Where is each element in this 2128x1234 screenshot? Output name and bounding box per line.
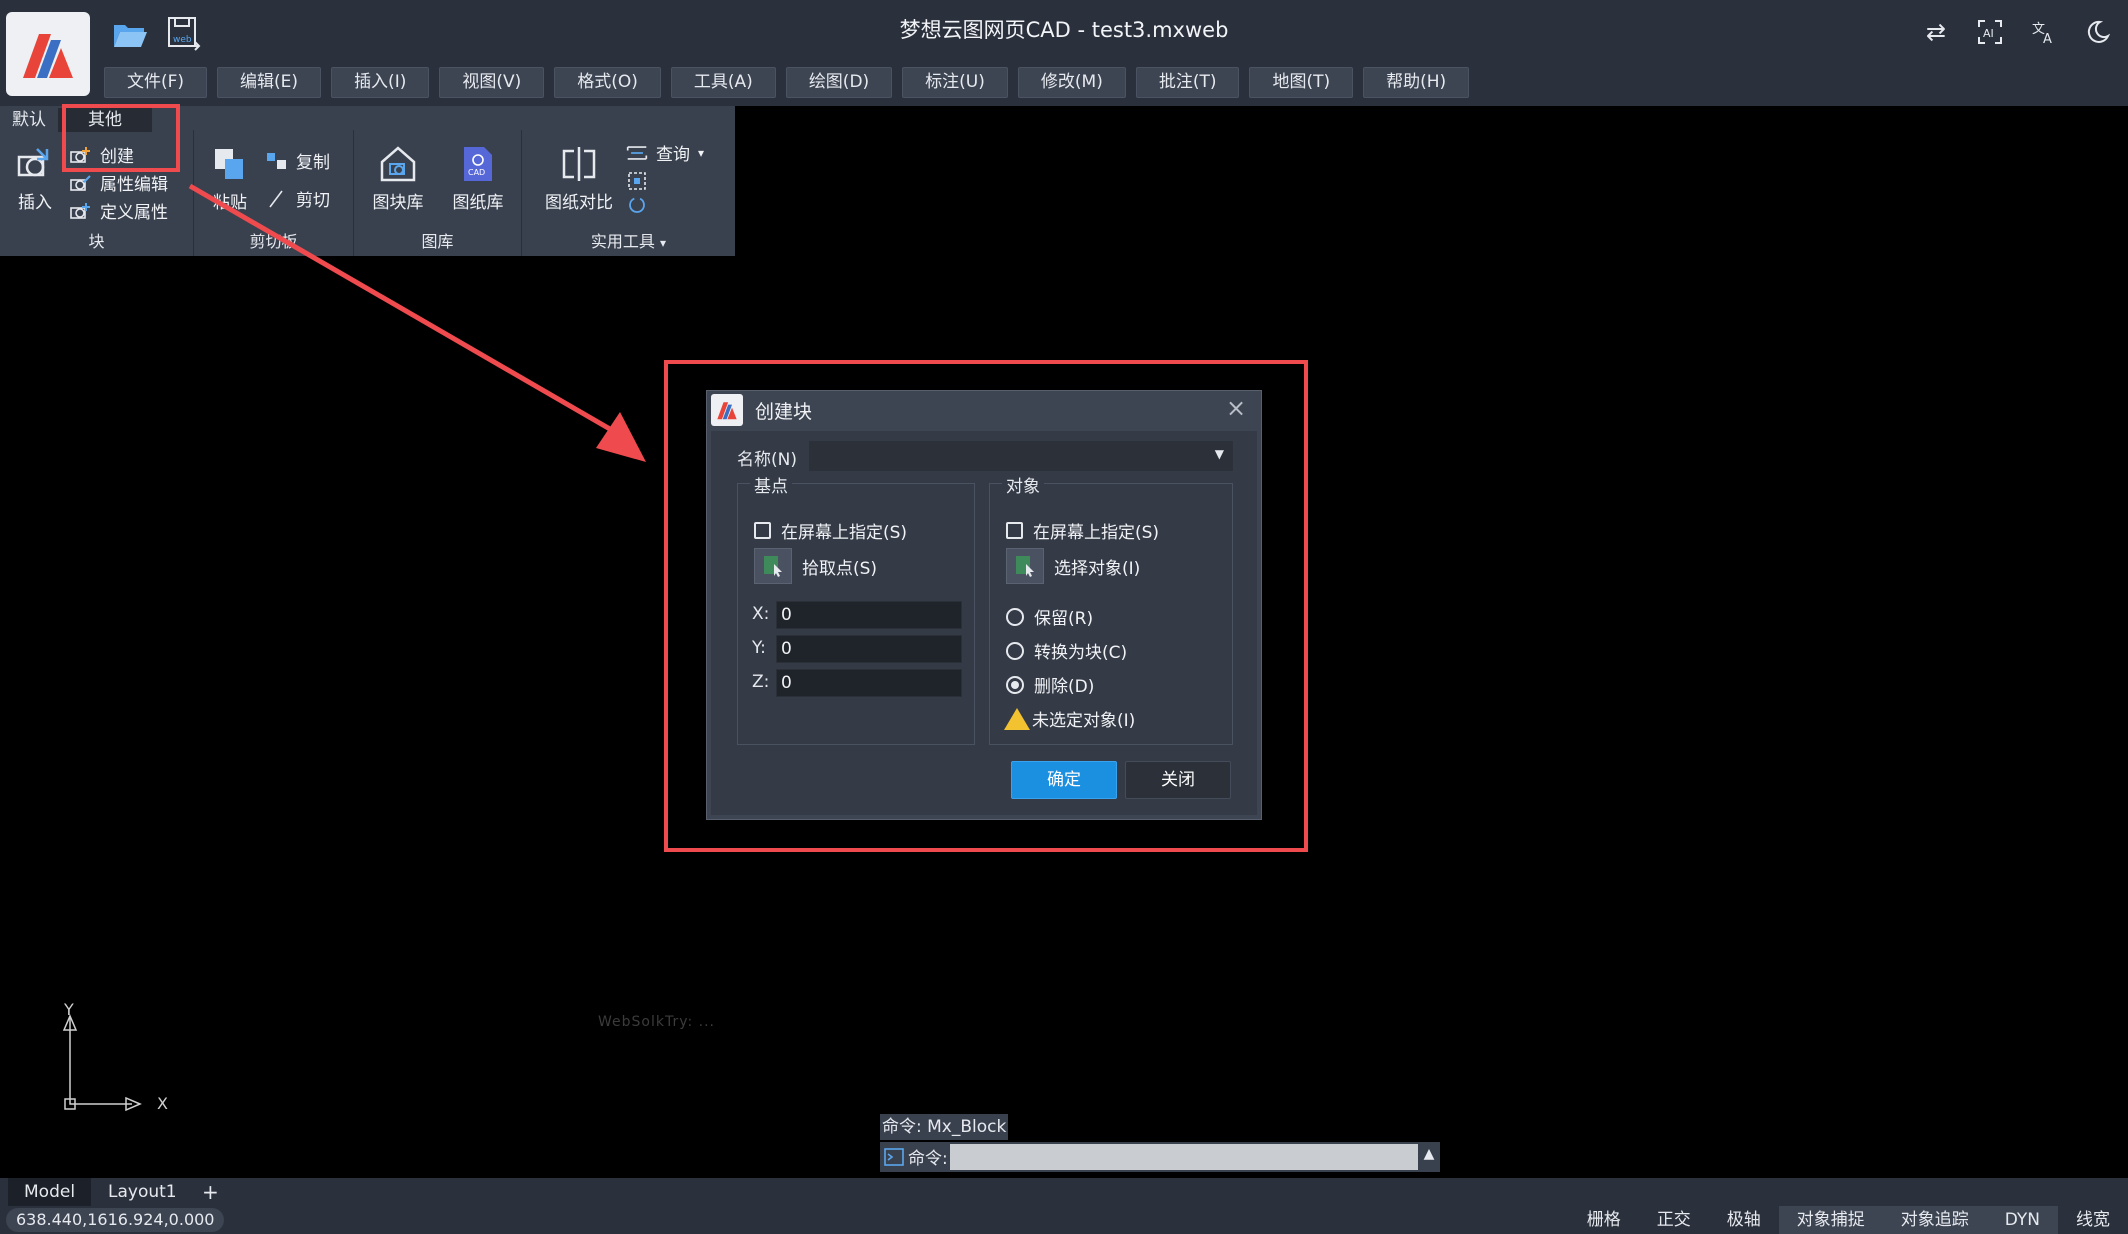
toggle-osnap[interactable]: 对象捕捉 — [1778, 1206, 1883, 1234]
toggle-ortho[interactable]: 正交 — [1639, 1206, 1709, 1234]
cut-icon — [266, 188, 288, 210]
add-layout-button[interactable]: + — [186, 1178, 235, 1206]
paste-icon — [208, 144, 252, 184]
canvas-watermark-text: WebSolkTry: ... — [598, 1014, 716, 1030]
paste-button[interactable]: 粘贴 — [208, 144, 252, 213]
drawing-compare-label: 图纸对比 — [545, 193, 613, 213]
terminal-icon — [884, 1147, 904, 1166]
block-library-label: 图块库 — [372, 193, 424, 213]
svg-text:A: A — [2043, 32, 2052, 45]
drawing-library-button[interactable]: CAD 图纸库 — [448, 144, 508, 213]
window-title: 梦想云图网页CAD - test3.mxweb — [899, 18, 1229, 42]
tab-model[interactable]: Model — [8, 1178, 92, 1206]
clipboard-group: 粘贴 复制 剪切 剪切板 — [194, 130, 354, 256]
command-expand-icon[interactable]: ▲ — [1420, 1146, 1438, 1168]
block-group-label: 块 — [88, 232, 105, 251]
ribbon-create-highlight — [62, 104, 180, 172]
dialog-highlight — [664, 360, 1308, 852]
attribute-edit-button[interactable]: 属性编辑 — [70, 170, 168, 195]
tools-group-text: 实用工具 — [590, 232, 655, 251]
define-attribute-icon — [70, 200, 92, 222]
block-library-icon — [376, 144, 420, 184]
toggle-lineweight[interactable]: 线宽 — [2058, 1206, 2128, 1234]
cut-button[interactable]: 剪切 — [266, 186, 330, 211]
toggle-grid[interactable]: 栅格 — [1569, 1206, 1639, 1234]
attribute-edit-icon — [70, 172, 92, 194]
svg-text:AI: AI — [1983, 27, 1994, 40]
refresh-icon — [626, 194, 648, 216]
translate-icon[interactable]: 文A — [2028, 16, 2060, 48]
menu-file[interactable]: 文件(F) — [104, 67, 208, 98]
menu-dimension[interactable]: 标注(U) — [902, 67, 1008, 98]
command-prompt: 命令: — [884, 1144, 948, 1169]
refresh-button[interactable] — [626, 194, 648, 216]
command-history: 命令: Mx_Block — [880, 1114, 1009, 1140]
drawing-library-label: 图纸库 — [452, 193, 504, 213]
menu-view[interactable]: 视图(V) — [439, 67, 545, 98]
select-window-icon — [626, 170, 648, 192]
insert-block-icon — [13, 144, 57, 184]
paste-label: 粘贴 — [213, 193, 247, 213]
svg-text:web: web — [173, 35, 192, 45]
tab-layout1[interactable]: Layout1 — [92, 1178, 193, 1206]
query-dropdown-icon[interactable]: ▾ — [698, 146, 704, 160]
menu-help[interactable]: 帮助(H) — [1363, 67, 1470, 98]
save-web-icon[interactable]: web — [164, 14, 204, 54]
menu-edit[interactable]: 编辑(E) — [217, 67, 322, 98]
menu-format[interactable]: 格式(O) — [554, 67, 661, 98]
open-folder-icon[interactable] — [110, 14, 150, 54]
menu-map[interactable]: 地图(T) — [1249, 67, 1354, 98]
drawing-library-icon: CAD — [456, 144, 500, 184]
title-bar: web 梦想云图网页CAD - test3.mxweb ⇄ AI 文A 文件(F… — [0, 0, 2128, 106]
ai-icon[interactable]: AI — [1974, 16, 2006, 48]
query-label: 查询 — [656, 145, 690, 165]
toggle-polar[interactable]: 极轴 — [1709, 1206, 1779, 1234]
copy-label: 复制 — [296, 153, 330, 173]
layout-tabs: Model Layout1 + — [0, 1178, 2128, 1206]
library-group: 图块库 CAD 图纸库 图库 — [354, 130, 522, 256]
block-library-button[interactable]: 图块库 — [368, 144, 428, 213]
app-logo[interactable] — [6, 12, 90, 96]
insert-block-button[interactable]: 插入 — [10, 144, 60, 213]
copy-button[interactable]: 复制 — [266, 148, 330, 173]
define-attribute-label: 定义属性 — [100, 203, 168, 223]
drawing-compare-icon — [557, 144, 601, 184]
menu-insert[interactable]: 插入(I) — [331, 67, 430, 98]
tools-group: 图纸对比 查询 ▾ 实用工具 ▾ — [522, 130, 735, 256]
axis-x-label: X — [157, 1094, 168, 1113]
menu-annotate[interactable]: 批注(T) — [1135, 67, 1240, 98]
drawing-compare-button[interactable]: 图纸对比 — [542, 144, 616, 213]
copy-icon — [266, 150, 288, 172]
toggle-otrack[interactable]: 对象追踪 — [1882, 1206, 1987, 1234]
axis-y-label: Y — [64, 1000, 74, 1019]
toggle-dyn[interactable]: DYN — [1986, 1206, 2058, 1234]
tools-group-label[interactable]: 实用工具 ▾ — [522, 228, 735, 252]
tab-default[interactable]: 默认 — [0, 108, 58, 132]
attribute-edit-label: 属性编辑 — [100, 175, 168, 195]
menu-modify[interactable]: 修改(M) — [1017, 67, 1126, 98]
tools-dropdown-icon: ▾ — [660, 236, 667, 250]
switch-icon[interactable]: ⇄ — [1920, 16, 1952, 48]
menu-tools[interactable]: 工具(A) — [670, 67, 776, 98]
command-input[interactable] — [950, 1144, 1418, 1170]
status-bar: 638.440,1616.924,0.000 栅格 正交 极轴 对象捕捉 对象追… — [0, 1206, 2128, 1234]
menu-draw[interactable]: 绘图(D) — [785, 67, 893, 98]
cursor-coordinates: 638.440,1616.924,0.000 — [6, 1208, 225, 1232]
select-window-button[interactable] — [626, 170, 648, 192]
define-attribute-button[interactable]: 定义属性 — [70, 198, 168, 223]
command-line: 命令: ▲ — [880, 1142, 1440, 1172]
status-toggles: 栅格 正交 极轴 对象捕捉 对象追踪 DYN 线宽 — [1569, 1206, 2128, 1234]
main-menu: 文件(F) 编辑(E) 插入(I) 视图(V) 格式(O) 工具(A) 绘图(D… — [104, 67, 1470, 98]
ribbon: 默认 其他 插入 创建 属性编辑 定义属性 块 粘贴 复制 剪切 剪切板 图块库… — [0, 106, 2128, 256]
query-icon — [626, 142, 648, 164]
svg-text:CAD: CAD — [468, 168, 485, 177]
query-button[interactable]: 查询 ▾ — [626, 140, 704, 165]
insert-label: 插入 — [18, 193, 52, 213]
command-prompt-label: 命令: — [908, 1149, 948, 1169]
clipboard-group-label: 剪切板 — [249, 232, 298, 251]
library-group-label: 图库 — [421, 232, 454, 251]
dark-mode-icon[interactable] — [2082, 16, 2114, 48]
cut-label: 剪切 — [296, 191, 330, 211]
